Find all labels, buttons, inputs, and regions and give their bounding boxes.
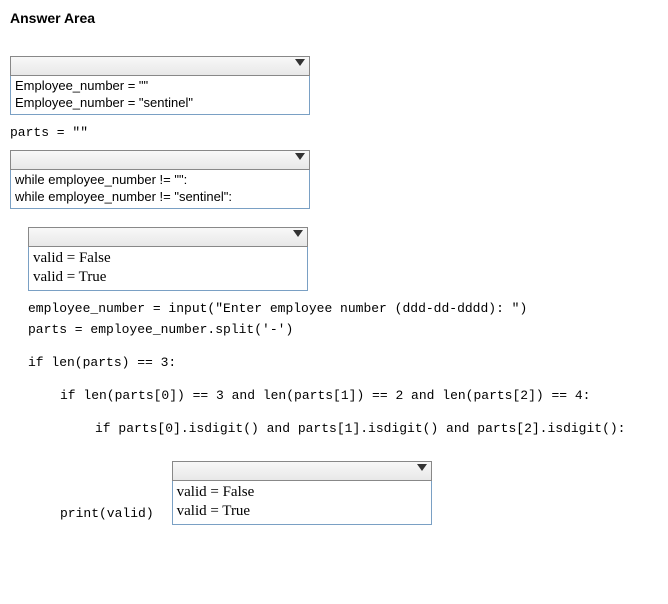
dropdown-while[interactable]: while employee_number != "": while emplo… — [10, 150, 310, 209]
dropdown-option[interactable]: valid = False — [33, 249, 303, 269]
code-line: if parts[0].isdigit() and parts[1].isdig… — [95, 421, 658, 436]
code-line: if len(parts[0]) == 3 and len(parts[1]) … — [60, 388, 658, 403]
chevron-down-icon — [417, 464, 427, 471]
dropdown-valid-set[interactable]: valid = False valid = True — [172, 461, 432, 525]
code-line: parts = employee_number.split('-') — [28, 322, 658, 337]
chevron-down-icon — [295, 59, 305, 66]
dropdown-option[interactable]: valid = True — [33, 268, 303, 288]
dropdown-option[interactable]: valid = False — [177, 483, 427, 503]
dropdown-option[interactable]: Employee_number = "" — [15, 78, 305, 95]
code-line: employee_number = input("Enter employee … — [28, 301, 658, 316]
dropdown-option[interactable]: valid = True — [177, 502, 427, 522]
dropdown-option[interactable]: while employee_number != "sentinel": — [15, 189, 305, 206]
chevron-down-icon — [295, 153, 305, 160]
code-line: print(valid) — [60, 506, 154, 521]
page-title: Answer Area — [10, 10, 658, 26]
dropdown-valid-init[interactable]: valid = False valid = True — [28, 227, 308, 291]
dropdown-employee-init[interactable]: Employee_number = "" Employee_number = "… — [10, 56, 310, 115]
code-line: parts = "" — [10, 125, 658, 140]
chevron-down-icon — [293, 230, 303, 237]
dropdown-option[interactable]: Employee_number = "sentinel" — [15, 95, 305, 112]
dropdown-option[interactable]: while employee_number != "": — [15, 172, 305, 189]
code-line: if len(parts) == 3: — [28, 355, 658, 370]
